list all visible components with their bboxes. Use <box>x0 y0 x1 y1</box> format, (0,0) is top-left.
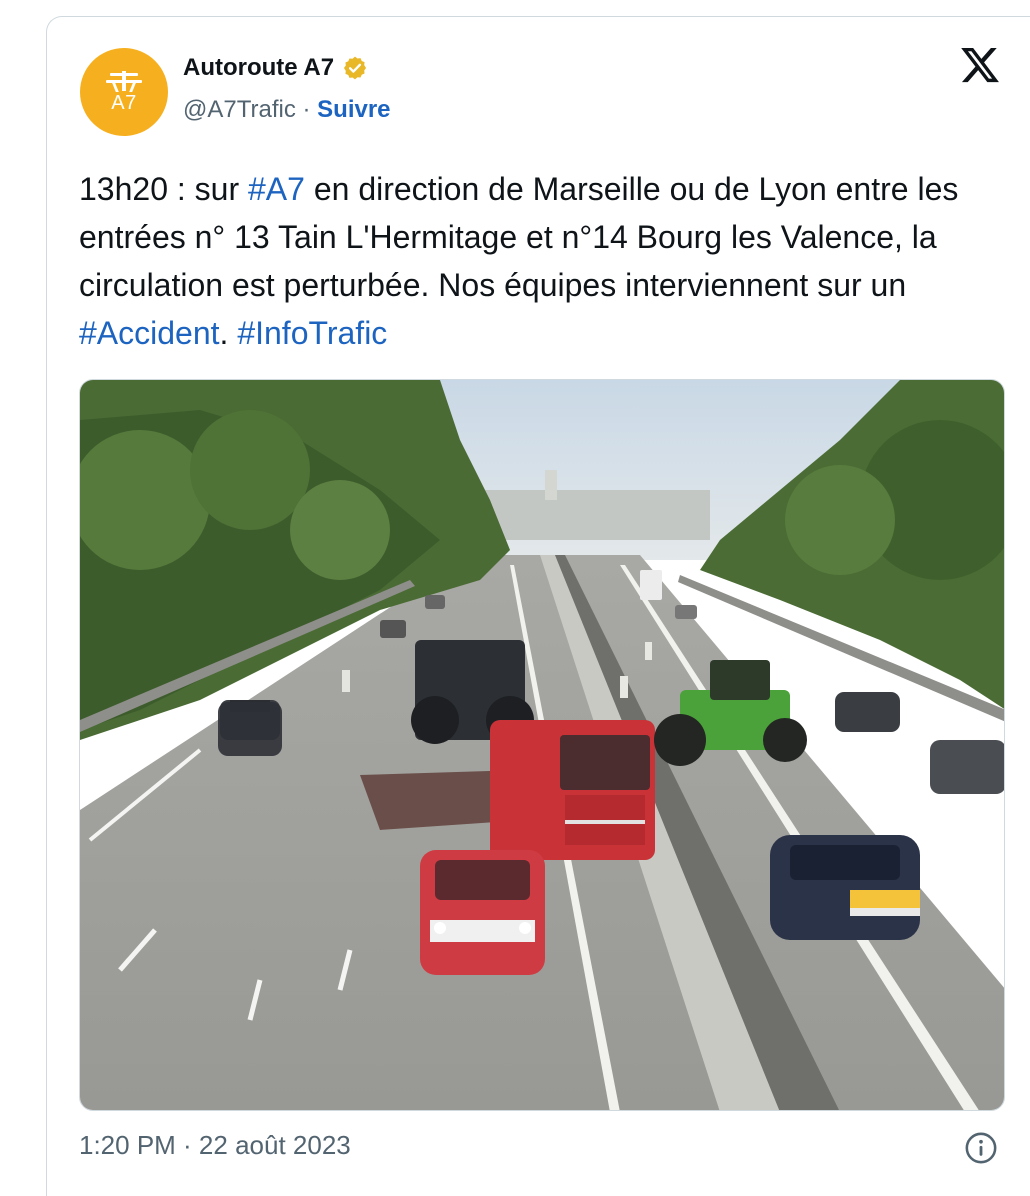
display-name-text: Autoroute A7 <box>183 54 335 81</box>
motorway-icon <box>106 71 142 92</box>
info-icon[interactable] <box>964 1131 998 1165</box>
gold-verified-icon <box>344 56 367 80</box>
tweet-timestamp[interactable]: 1:20 PM · 22 août 2023 <box>79 1130 351 1161</box>
display-name[interactable]: Autoroute A7 <box>183 54 368 82</box>
hashtag-a7-link[interactable]: #A7 <box>248 171 305 207</box>
tweet-text-segment: 13h20 : sur <box>79 171 248 207</box>
handle-row: @A7Trafic · Suivre <box>183 96 391 124</box>
photo-illustration <box>80 380 1004 1110</box>
handle[interactable]: @A7Trafic <box>183 96 296 123</box>
hashtag-accident-link[interactable]: #Accident <box>79 315 220 351</box>
tweet-text: 13h20 : sur #A7 en direction de Marseill… <box>79 165 1009 357</box>
avatar-label: A7 <box>111 92 137 114</box>
highway-accident-photo[interactable] <box>79 379 1005 1111</box>
tweet-text-segment: . <box>219 315 238 351</box>
separator: · <box>295 96 318 123</box>
x-logo-icon[interactable] <box>958 44 1002 86</box>
follow-button[interactable]: Suivre <box>317 96 390 123</box>
hashtag-infotrafic-link[interactable]: #InfoTrafic <box>237 315 387 351</box>
avatar[interactable]: A7 <box>80 48 168 136</box>
